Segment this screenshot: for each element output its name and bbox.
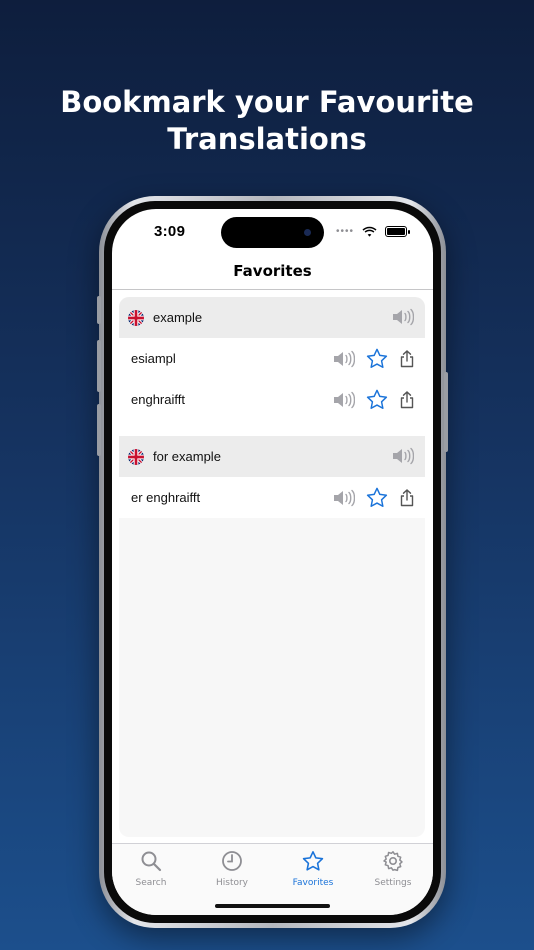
navigation-bar: Favorites: [112, 255, 433, 290]
uk-flag-icon: [128, 309, 144, 326]
speaker-icon[interactable]: [392, 447, 415, 470]
home-indicator[interactable]: [215, 904, 330, 908]
share-icon[interactable]: [399, 390, 415, 414]
status-icons: ••••: [335, 224, 410, 238]
speaker-icon[interactable]: [333, 391, 356, 414]
favorites-list[interactable]: example esiampl enghraifft for example e…: [119, 297, 425, 837]
uk-flag-icon: [128, 448, 144, 465]
row-actions: [333, 487, 415, 513]
translation-text: enghraifft: [131, 392, 185, 407]
star-icon[interactable]: [366, 348, 388, 374]
headline-line-1: Bookmark your Favourite: [60, 85, 474, 119]
share-icon[interactable]: [399, 488, 415, 512]
gear-icon: [383, 851, 403, 872]
phone-volume-up-button: [97, 340, 101, 392]
page-title: Favorites: [233, 262, 312, 280]
camera-icon: [304, 229, 311, 236]
battery-icon: [385, 225, 410, 237]
group-source-text: for example: [153, 449, 221, 464]
row-actions: [333, 389, 415, 415]
star-icon[interactable]: [366, 487, 388, 513]
favorite-group: for example er enghraifft: [119, 436, 425, 518]
favorite-group: example esiampl enghraifft: [119, 297, 425, 436]
wifi-icon: [362, 226, 377, 237]
tab-history[interactable]: History: [197, 850, 267, 888]
group-header[interactable]: example: [119, 297, 425, 338]
dynamic-island: [221, 217, 324, 248]
phone-action-button: [97, 296, 101, 324]
star-icon[interactable]: [366, 389, 388, 415]
phone-power-button: [444, 372, 448, 452]
group-source-text: example: [153, 310, 203, 325]
translation-row[interactable]: er enghraifft: [119, 477, 425, 518]
row-actions: [333, 348, 415, 374]
marketing-headline: Bookmark your Favourite Translations: [0, 84, 534, 158]
speaker-icon[interactable]: [392, 308, 415, 331]
tab-search[interactable]: Search: [116, 850, 186, 888]
translation-text: er enghraifft: [131, 490, 201, 505]
status-time: 3:09: [154, 223, 186, 240]
tab-favorites[interactable]: Favorites: [278, 850, 348, 888]
share-icon[interactable]: [399, 349, 415, 373]
tab-label: Favorites: [292, 878, 334, 888]
tab-label: Settings: [374, 878, 412, 888]
headline-line-2: Translations: [167, 122, 367, 156]
speaker-icon[interactable]: [333, 489, 356, 512]
phone-screen: 3:09 •••• Favorites example esiampl engh…: [112, 209, 433, 915]
translation-row[interactable]: enghraifft: [119, 379, 425, 420]
translation-text: esiampl: [131, 351, 176, 366]
star-icon: [302, 851, 324, 871]
phone-volume-down-button: [97, 404, 101, 456]
group-spacer: [119, 420, 425, 436]
speaker-icon[interactable]: [333, 350, 356, 373]
tab-label: History: [215, 878, 249, 888]
clock-icon: [222, 851, 242, 871]
group-header[interactable]: for example: [119, 436, 425, 477]
tab-label: Search: [135, 878, 167, 888]
search-icon: [141, 851, 162, 872]
dots-icon: ••••: [335, 225, 354, 237]
translation-row[interactable]: esiampl: [119, 338, 425, 379]
tab-settings[interactable]: Settings: [358, 850, 428, 888]
